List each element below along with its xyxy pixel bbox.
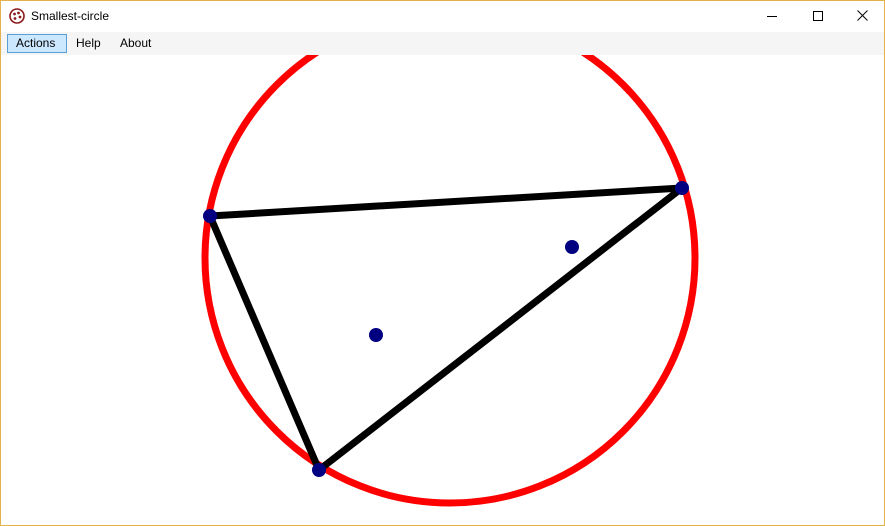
drawing-canvas[interactable] (1, 55, 884, 525)
minimize-icon (767, 8, 777, 26)
maximize-icon (813, 8, 823, 26)
menu-help[interactable]: Help (68, 34, 109, 53)
palette-icon[interactable] (9, 8, 25, 24)
maximize-button[interactable] (795, 1, 841, 32)
menu-actions[interactable]: Actions (7, 34, 67, 53)
point-interior-upper[interactable] (565, 240, 579, 254)
menu-about[interactable]: About (112, 34, 162, 53)
window-title: Smallest-circle (31, 9, 110, 23)
close-button[interactable] (839, 1, 884, 32)
point-vertex-right[interactable] (675, 181, 689, 195)
point-vertex-left[interactable] (203, 209, 217, 223)
menu-bar: Actions Help About (1, 32, 884, 55)
drawing-svg (201, 55, 699, 507)
point-vertex-bottom[interactable] (312, 463, 326, 477)
point-interior-lower[interactable] (369, 328, 383, 342)
app-window: Smallest-circle Actions Help About (0, 0, 885, 526)
minimize-button[interactable] (749, 1, 795, 32)
triangle (206, 184, 686, 474)
title-bar[interactable]: Smallest-circle (1, 1, 884, 32)
close-icon (856, 8, 868, 26)
enclosing-circle (201, 55, 699, 507)
